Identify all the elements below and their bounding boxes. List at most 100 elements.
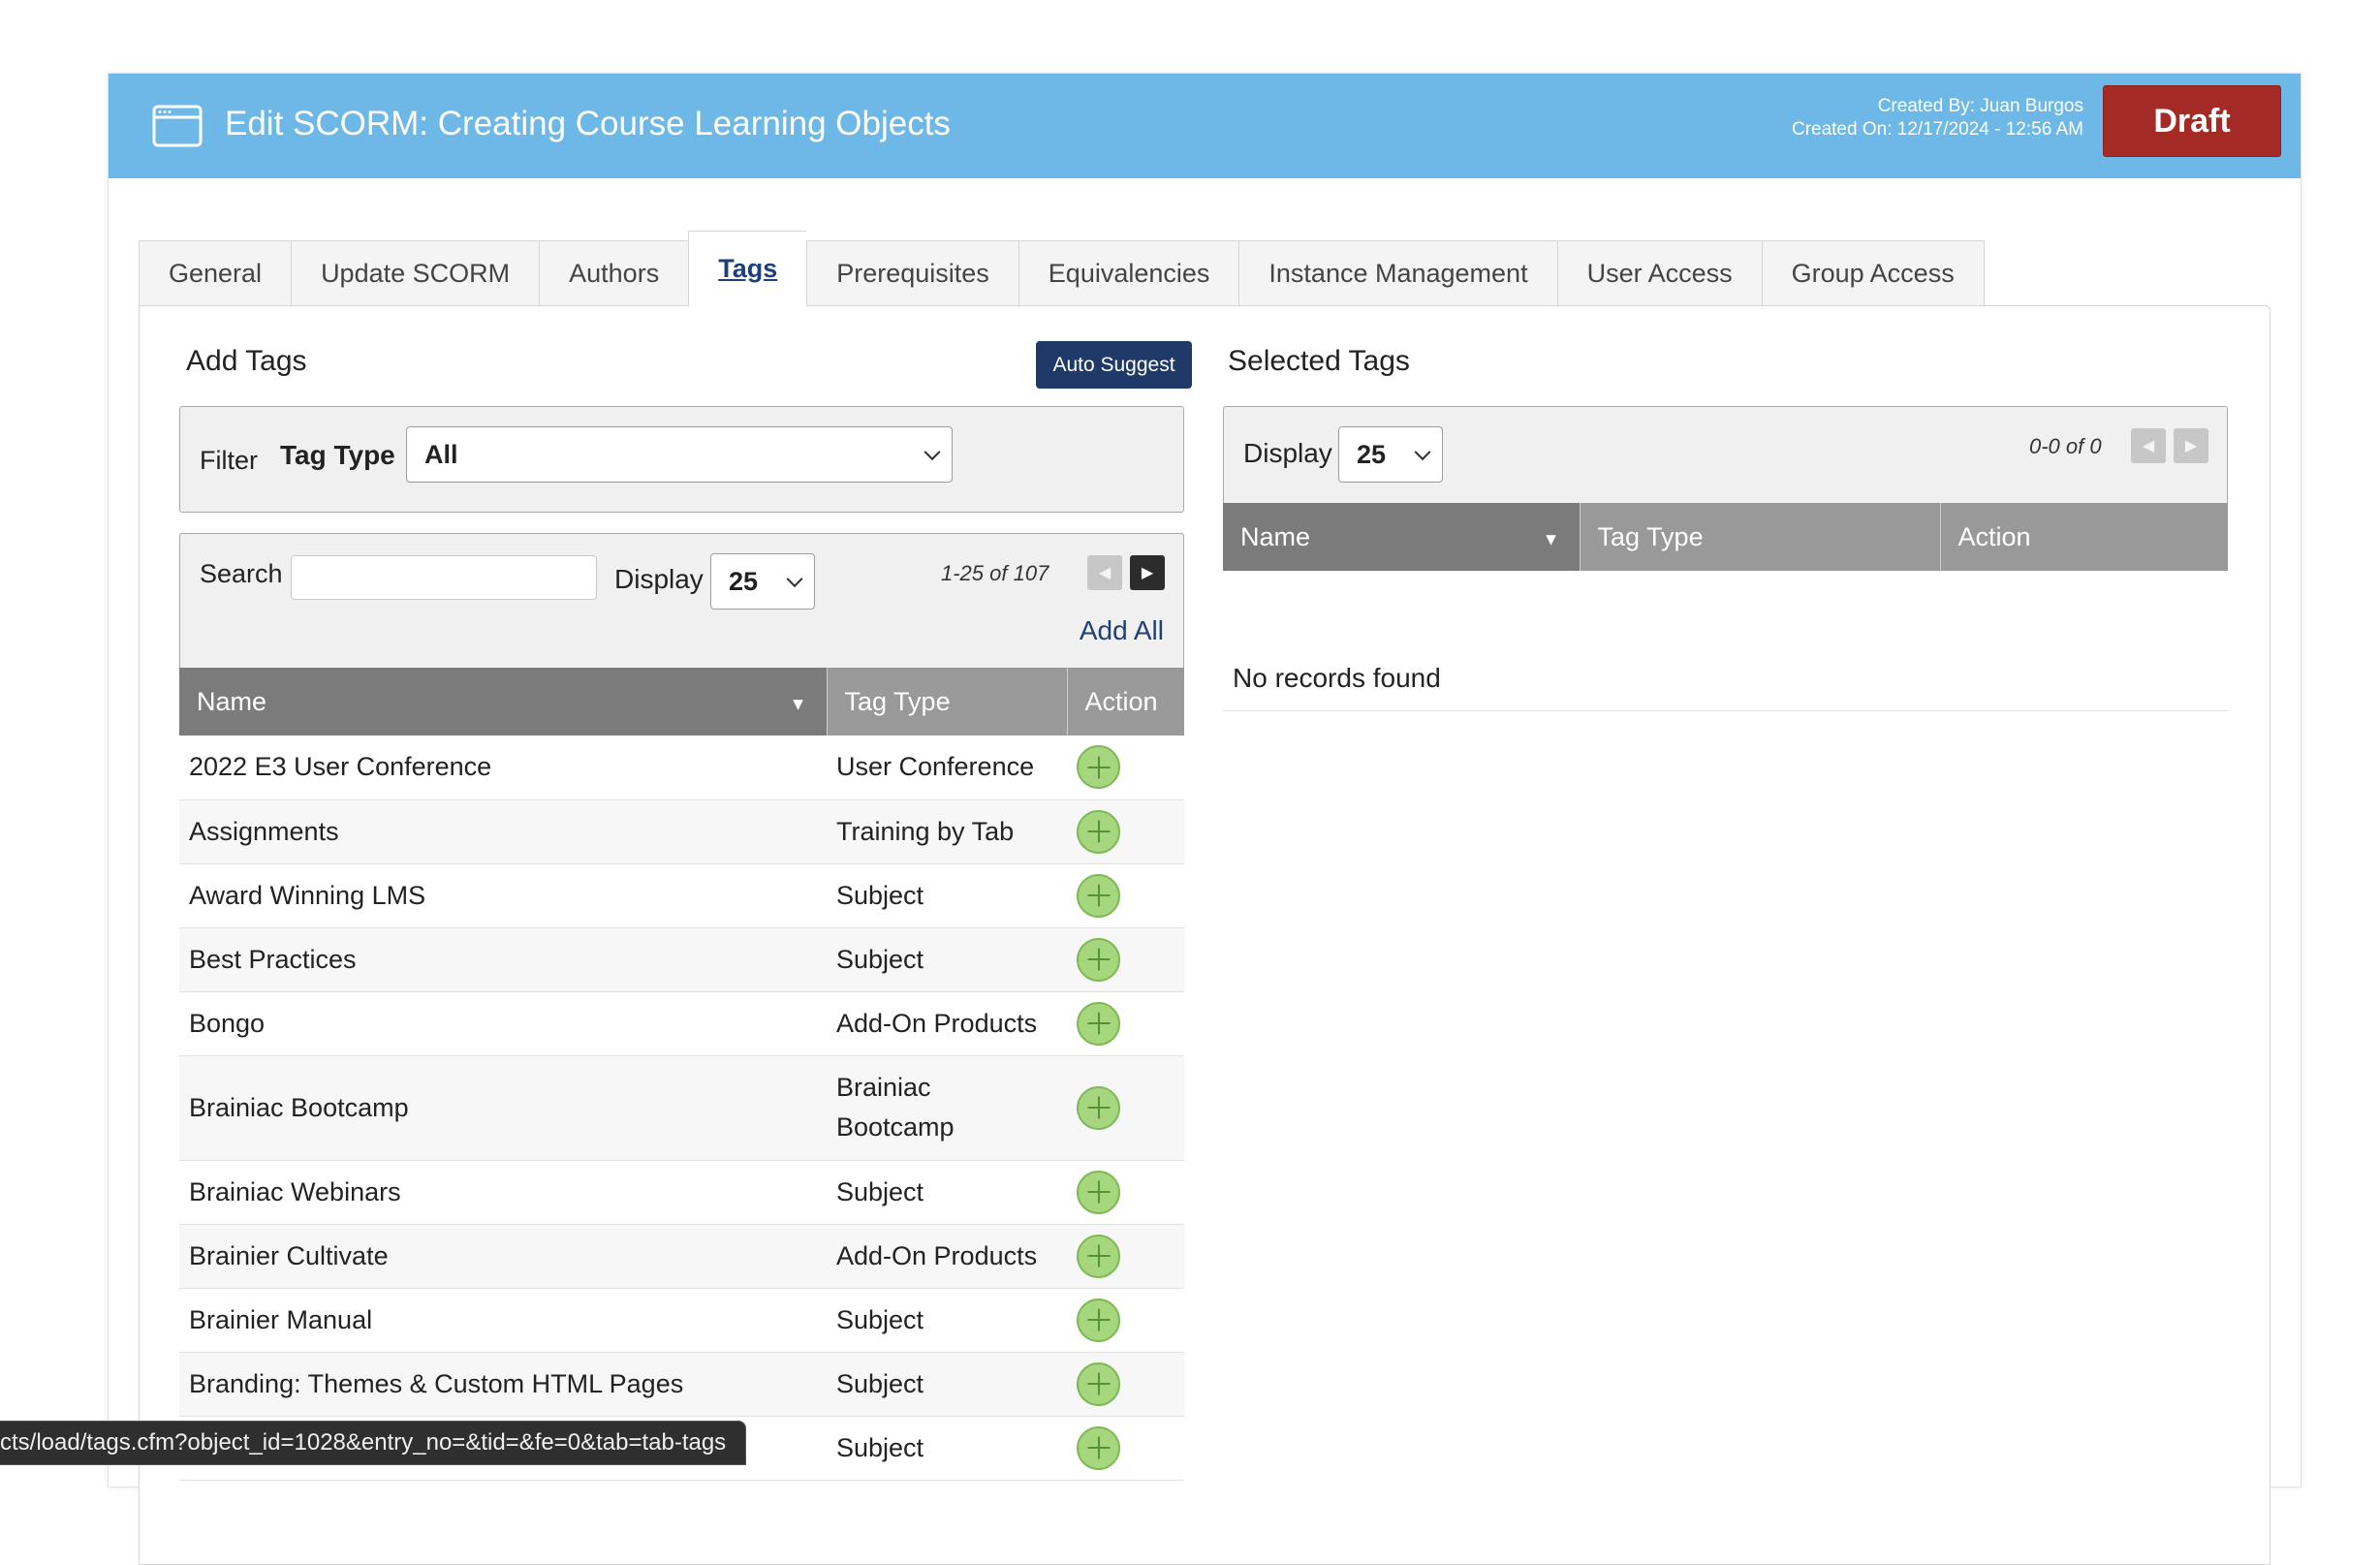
add-tag-plus-icon[interactable] bbox=[1077, 809, 1120, 854]
action-cell bbox=[1067, 736, 1184, 800]
search-toolbar: Search Display 25 1-25 of 107 ◀ ▶ Add Al… bbox=[179, 533, 1184, 669]
tab-instance-management[interactable]: Instance Management bbox=[1238, 240, 1557, 306]
add-tag-plus-icon[interactable] bbox=[1077, 1362, 1120, 1406]
action-cell bbox=[1067, 1416, 1184, 1481]
tab-equivalencies[interactable]: Equivalencies bbox=[1018, 240, 1239, 306]
table-row: 2022 E3 User Conference User Conference bbox=[179, 736, 1184, 800]
tab-general[interactable]: General bbox=[139, 240, 292, 306]
action-cell bbox=[1067, 1160, 1184, 1225]
filter-label: Filter bbox=[200, 446, 258, 475]
tag-name: Bongo bbox=[179, 991, 827, 1056]
tag-type-value: All bbox=[424, 439, 458, 469]
column-header-tag-type[interactable]: Tag Type bbox=[827, 668, 1068, 736]
chevron-down-icon bbox=[924, 444, 941, 461]
column-header-name[interactable]: Name ▼ bbox=[179, 668, 828, 736]
table-row: Brainiac Webinars Subject bbox=[179, 1160, 1184, 1225]
selected-tags-title: Selected Tags bbox=[1228, 345, 1410, 377]
page-title: Edit SCORM: Creating Course Learning Obj… bbox=[225, 105, 951, 142]
tab-user-access[interactable]: User Access bbox=[1556, 240, 1762, 306]
tag-type-text: Brainiac Bootcamp bbox=[836, 1073, 955, 1142]
add-tag-plus-icon[interactable] bbox=[1077, 1425, 1120, 1470]
tag-name: Assignments bbox=[179, 799, 827, 864]
tab-tags[interactable]: Tags bbox=[688, 231, 807, 306]
add-tag-plus-icon[interactable] bbox=[1077, 1298, 1120, 1342]
add-tag-plus-icon[interactable] bbox=[1077, 937, 1120, 982]
selected-column-header-action: Action bbox=[1940, 503, 2228, 571]
created-by: Created By: Juan Burgos bbox=[1877, 96, 2083, 116]
table-row: Assignments Training by Tab bbox=[179, 799, 1184, 864]
filter-box: Filter Tag Type All bbox=[179, 406, 1184, 513]
caret-left-icon: ◀ bbox=[1098, 565, 1112, 581]
add-tag-plus-icon[interactable] bbox=[1077, 745, 1120, 790]
tag-type: Subject bbox=[827, 1416, 1067, 1481]
display-value: 25 bbox=[729, 566, 759, 596]
table-row: Best Practices Subject bbox=[179, 927, 1184, 992]
selected-column-header-name[interactable]: Name ▼ bbox=[1223, 503, 1581, 571]
tag-name: Branding: Themes & Custom HTML Pages bbox=[179, 1352, 827, 1417]
add-tag-plus-icon[interactable] bbox=[1077, 1085, 1120, 1130]
add-tag-plus-icon[interactable] bbox=[1077, 1234, 1120, 1278]
auto-suggest-button[interactable]: Auto Suggest bbox=[1036, 341, 1192, 389]
selected-display-value: 25 bbox=[1357, 439, 1387, 469]
edit-scorm-card: Edit SCORM: Creating Course Learning Obj… bbox=[108, 73, 2302, 1565]
add-tag-plus-icon[interactable] bbox=[1077, 1170, 1120, 1214]
tag-type: Training by Tab bbox=[827, 799, 1067, 864]
action-cell bbox=[1067, 1352, 1184, 1417]
action-cell bbox=[1067, 1055, 1184, 1161]
tag-type: Subject bbox=[827, 1352, 1067, 1417]
tag-name: Award Winning LMS bbox=[179, 863, 827, 928]
no-records-message: No records found bbox=[1223, 645, 2228, 711]
action-cell bbox=[1067, 863, 1184, 928]
available-tags-table: Name ▼ Tag Type Action 2022 E3 User Confe… bbox=[179, 668, 1184, 1481]
tag-name: Best Practices bbox=[179, 927, 827, 992]
add-tags-title: Add Tags bbox=[186, 345, 307, 377]
tab-prerequisites[interactable]: Prerequisites bbox=[806, 240, 1018, 306]
caret-right-icon: ▶ bbox=[2184, 438, 2198, 454]
search-input[interactable] bbox=[291, 555, 597, 600]
tag-type: Add-On Products bbox=[827, 991, 1067, 1056]
tab-update-scorm[interactable]: Update SCORM bbox=[291, 240, 540, 306]
display-select[interactable]: 25 bbox=[710, 553, 815, 610]
selected-toolbar: Display 25 0-0 of 0 ◀ ▶ bbox=[1223, 406, 2228, 503]
tag-type: Subject bbox=[827, 1160, 1067, 1225]
tag-type: Subject bbox=[827, 863, 1067, 928]
caret-left-icon: ◀ bbox=[2142, 438, 2155, 454]
result-count: 1-25 of 107 bbox=[941, 561, 1049, 585]
tab-group-access[interactable]: Group Access bbox=[1761, 240, 1985, 306]
selected-prev-page-button[interactable]: ◀ bbox=[2131, 428, 2166, 463]
add-tag-plus-icon[interactable] bbox=[1077, 873, 1120, 918]
tag-type: Brainiac Bootcamp bbox=[827, 1055, 1067, 1161]
tags-panel: Add Tags Auto Suggest Filter Tag Type Al… bbox=[139, 305, 2270, 1565]
display-label: Display bbox=[614, 564, 704, 594]
draft-status-button[interactable]: Draft bbox=[2103, 85, 2281, 157]
next-page-button[interactable]: ▶ bbox=[1130, 555, 1165, 590]
table-row: Brainier Cultivate Add-On Products bbox=[179, 1224, 1184, 1289]
tag-type: Add-On Products bbox=[827, 1224, 1067, 1289]
table-row: Brainiac Bootcamp Brainiac Bootcamp bbox=[179, 1055, 1184, 1161]
browser-window-icon bbox=[152, 105, 203, 147]
action-cell bbox=[1067, 927, 1184, 992]
tag-name: Brainiac Bootcamp bbox=[179, 1055, 827, 1161]
tag-name: Brainiac Webinars bbox=[179, 1160, 827, 1225]
tab-authors[interactable]: Authors bbox=[539, 240, 689, 306]
tag-type-select[interactable]: All bbox=[406, 426, 953, 483]
table-row: Award Winning LMS Subject bbox=[179, 863, 1184, 928]
add-all-link[interactable]: Add All bbox=[1080, 615, 1164, 646]
selected-column-header-tag-type[interactable]: Tag Type bbox=[1580, 503, 1941, 571]
selected-display-select[interactable]: 25 bbox=[1338, 426, 1443, 483]
sort-down-icon: ▼ bbox=[789, 694, 807, 714]
action-cell bbox=[1067, 1224, 1184, 1289]
caret-right-icon: ▶ bbox=[1141, 565, 1154, 581]
selected-tags-table: Name ▼ Tag Type Action bbox=[1223, 503, 2228, 571]
action-cell bbox=[1067, 991, 1184, 1056]
search-label: Search bbox=[200, 559, 283, 588]
selected-next-page-button[interactable]: ▶ bbox=[2174, 428, 2208, 463]
prev-page-button[interactable]: ◀ bbox=[1087, 555, 1122, 590]
tag-name: Brainier Manual bbox=[179, 1288, 827, 1353]
tag-name: 2022 E3 User Conference bbox=[179, 736, 827, 800]
add-tag-plus-icon[interactable] bbox=[1077, 1001, 1120, 1046]
table-row: Bongo Add-On Products bbox=[179, 991, 1184, 1056]
chevron-down-icon bbox=[786, 571, 803, 588]
chevron-down-icon bbox=[1414, 444, 1431, 461]
tag-name: Brainier Cultivate bbox=[179, 1224, 827, 1289]
